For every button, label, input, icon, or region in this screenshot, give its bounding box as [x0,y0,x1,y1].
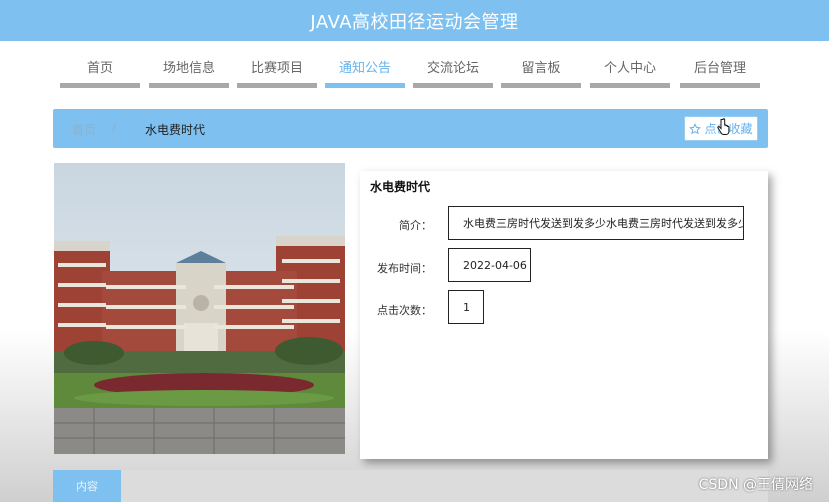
nav-item-label: 场地信息 [162,61,215,76]
nav-item-forum[interactable]: 交流论坛 [413,54,493,88]
tab-content[interactable]: 内容 [53,470,121,502]
intro-value: 水电费三房时代发送到发多少水电费三房时代发送到发多少 [448,206,744,240]
hand-cursor-icon [717,118,730,135]
nav-item-underline [237,83,317,88]
breadcrumb-home-link[interactable]: 首页 [72,121,96,138]
click-count-label: 点击次数： [377,304,432,317]
intro-label: 简介： [399,219,432,232]
watermark: CSDN @王倩网络 [698,477,813,493]
publish-time-value: 2022-04-06 [448,248,531,282]
nav-item-label: 首页 [86,61,113,76]
detail-title: 水电费时代 [370,180,431,194]
nav-item-label: 交流论坛 [426,61,479,76]
click-count-value: 1 [448,290,484,324]
nav-item-home[interactable]: 首页 [60,54,140,88]
nav-item-label: 通知公告 [338,61,391,76]
detail-card: 水电费时代 简介： 水电费三房时代发送到发多少水电费三房时代发送到发多少 发布时… [360,171,768,459]
breadcrumb-current: 水电费时代 [145,123,206,137]
nav-item-message-board[interactable]: 留言板 [501,54,581,88]
nav-item-underline [590,83,670,88]
nav-item-label: 留言板 [521,61,561,76]
breadcrumb: 首页 / 水电费时代 点击收藏 [53,109,768,148]
nav-item-label: 个人中心 [603,61,656,76]
app-header: JAVA高校田径运动会管理 [0,0,829,41]
main-nav: 首页 场地信息 比赛项目 通知公告 交流论坛 留言板 个人中心 后台管理 [60,54,760,88]
nav-item-label: 后台管理 [693,61,746,76]
nav-item-user-center[interactable]: 个人中心 [590,54,670,88]
nav-item-underline [413,83,493,88]
nav-item-underline [501,83,581,88]
nav-item-underline [680,83,760,88]
star-outline-icon [689,122,702,134]
nav-item-underline [60,83,140,88]
app-title: JAVA高校田径运动会管理 [310,11,519,33]
nav-item-underline [325,83,405,88]
nav-item-events[interactable]: 比赛项目 [237,54,317,88]
nav-item-underline [149,83,229,88]
nav-item-label: 比赛项目 [250,61,303,76]
breadcrumb-separator: / [112,121,117,135]
notice-image [54,163,345,454]
nav-item-notices[interactable]: 通知公告 [325,54,405,88]
nav-item-venue-info[interactable]: 场地信息 [149,54,229,88]
nav-item-admin[interactable]: 后台管理 [680,54,760,88]
publish-time-label: 发布时间： [377,262,432,275]
tab-strip [121,470,768,502]
